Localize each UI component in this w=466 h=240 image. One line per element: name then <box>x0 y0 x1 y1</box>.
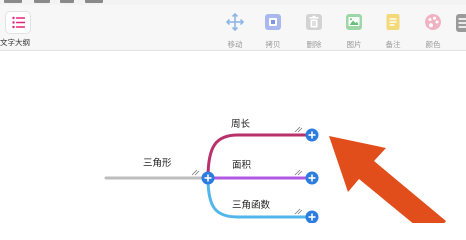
color-button[interactable]: 颜色 <box>416 10 450 50</box>
note-label: 备注 <box>385 40 401 49</box>
child-node-label-perimeter[interactable]: 周长 <box>231 116 250 130</box>
note-icon <box>386 14 400 30</box>
menu-fragment[interactable] <box>85 0 103 3</box>
add-node-button[interactable] <box>305 210 319 224</box>
note-button[interactable]: 备注 <box>376 10 410 50</box>
copy-icon <box>265 14 281 30</box>
add-node-button[interactable] <box>305 128 319 142</box>
resize-handle[interactable] <box>191 169 200 176</box>
child-node-label-area[interactable]: 面积 <box>232 157 251 171</box>
resize-handle[interactable] <box>294 208 303 215</box>
root-node-label[interactable]: 三角形 <box>143 155 172 169</box>
delete-button[interactable]: 删除 <box>297 10 331 50</box>
resize-handle[interactable] <box>294 126 303 133</box>
pointer-arrow <box>329 136 446 223</box>
child-node-label-trig[interactable]: 三角函数 <box>232 197 270 211</box>
toolbar: 文字大纲 移动 拷贝 删除 图片 备注 颜色 <box>0 5 466 51</box>
trash-icon <box>306 14 322 30</box>
add-node-button[interactable] <box>201 171 215 185</box>
resize-handle[interactable] <box>294 169 303 176</box>
outline-label: 文字大纲 <box>0 38 30 47</box>
image-button[interactable]: 图片 <box>337 10 371 50</box>
palette-icon <box>425 14 441 30</box>
add-node-button[interactable] <box>305 171 319 185</box>
menu-fragment[interactable] <box>60 0 74 3</box>
outline-button[interactable]: 文字大纲 <box>0 9 40 49</box>
move-button[interactable]: 移动 <box>218 10 252 50</box>
color-label: 颜色 <box>425 40 441 49</box>
menu-fragment[interactable] <box>4 0 22 3</box>
move-label: 移动 <box>227 40 243 49</box>
delete-label: 删除 <box>306 40 322 49</box>
image-icon <box>346 14 362 30</box>
mindmap-app: 文字大纲 移动 拷贝 删除 图片 备注 颜色 三角形 周长 面积 三角函数 <box>0 0 466 223</box>
copy-button[interactable]: 拷贝 <box>256 10 290 50</box>
list-icon <box>5 11 31 34</box>
more-icon <box>456 14 466 32</box>
move-icon <box>226 13 244 31</box>
mindmap-canvas[interactable]: 三角形 周长 面积 三角函数 <box>0 51 466 223</box>
branch-connector-perimeter <box>206 133 313 180</box>
menu-fragment[interactable] <box>34 0 50 3</box>
copy-label: 拷贝 <box>265 40 281 49</box>
more-button[interactable] <box>456 10 466 50</box>
image-label: 图片 <box>346 40 362 49</box>
